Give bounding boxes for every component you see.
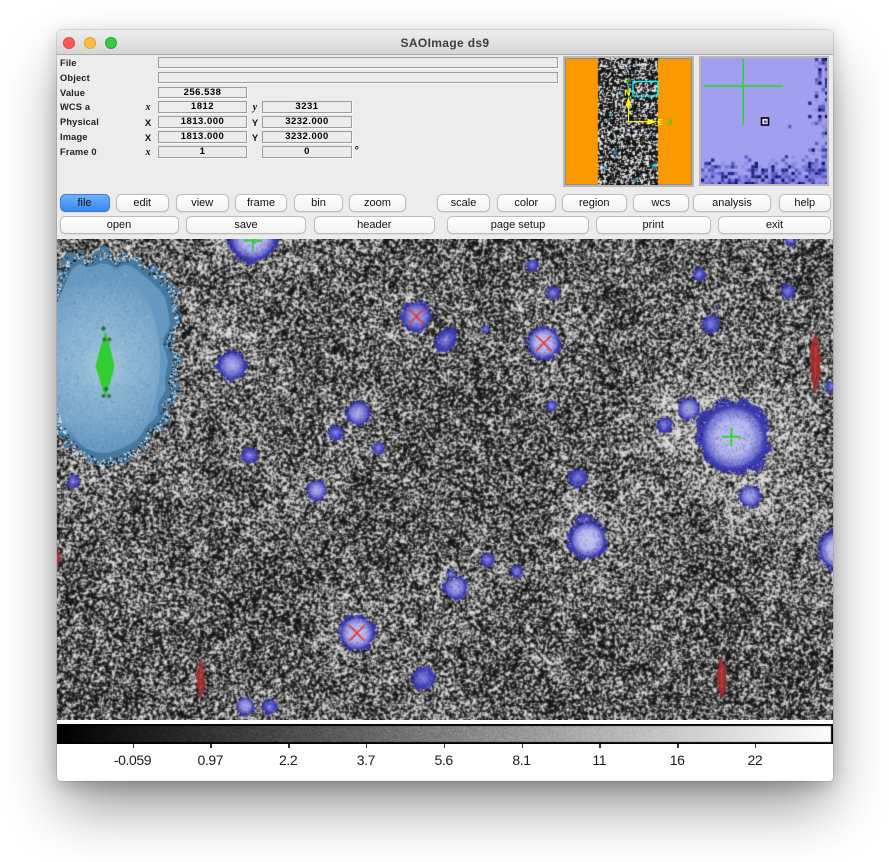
- svg-text:N: N: [624, 88, 630, 98]
- svg-text:Y: Y: [625, 78, 631, 88]
- svg-text:E: E: [658, 117, 664, 127]
- svg-text:X: X: [668, 117, 674, 127]
